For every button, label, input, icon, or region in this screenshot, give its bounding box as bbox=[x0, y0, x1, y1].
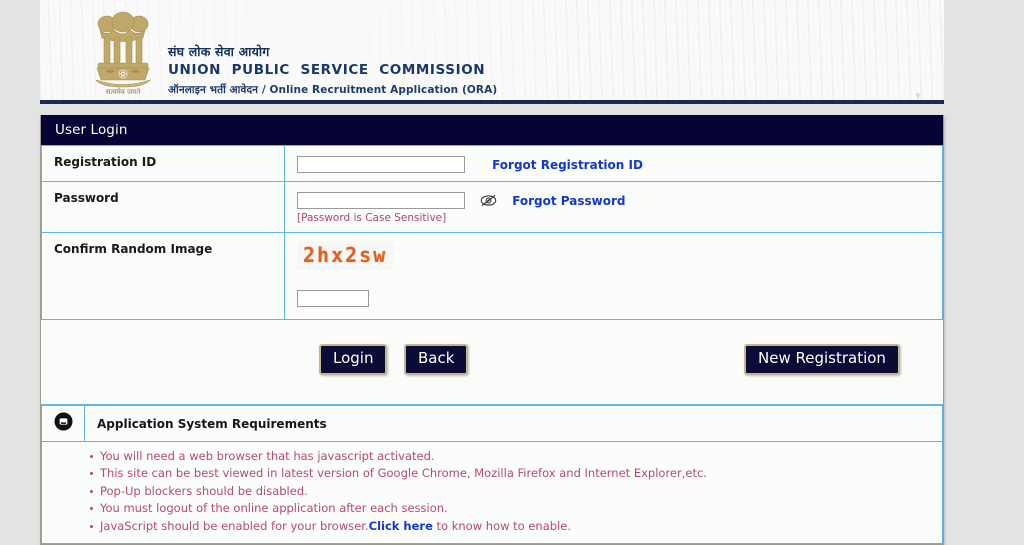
requirement-text: JavaScript should be enabled for your br… bbox=[100, 518, 369, 533]
password-row: Password Forgot Password [Password is Ca… bbox=[41, 181, 943, 233]
captcha-image: 2hx2sw bbox=[297, 241, 394, 270]
header-english-title: UNION PUBLIC SERVICE COMMISSION bbox=[168, 62, 486, 79]
login-form-table: Registration ID Forgot Registration ID P… bbox=[41, 145, 943, 320]
requirement-text: You will need a web browser that has jav… bbox=[100, 449, 435, 463]
requirements-title: Application System Requirements bbox=[84, 405, 943, 442]
requirement-text: This site can be best viewed in latest v… bbox=[100, 466, 707, 481]
emblem-caption: सत्यमेव जयते bbox=[106, 87, 141, 96]
captcha-label: Confirm Random Image bbox=[41, 232, 285, 320]
requirements-list: You will need a web browser that has jav… bbox=[42, 448, 942, 535]
ashoka-lion-capital-emblem: सत्यमेव जयते bbox=[92, 8, 154, 96]
requirement-text: You must logout of the online applicatio… bbox=[100, 501, 448, 516]
password-field-cell: Forgot Password [Password is Case Sensit… bbox=[284, 181, 943, 233]
password-input[interactable] bbox=[297, 192, 465, 209]
requirements-body-cell: You will need a web browser that has jav… bbox=[41, 440, 943, 545]
click-here-link[interactable]: Click here bbox=[369, 519, 433, 533]
password-case-note: [Password is Case Sensitive] bbox=[297, 212, 447, 224]
back-button[interactable]: Back bbox=[404, 344, 469, 375]
new-registration-button[interactable]: New Registration bbox=[744, 344, 900, 375]
registration-id-field-cell: Forgot Registration ID bbox=[284, 145, 943, 182]
captcha-input-wrap bbox=[297, 270, 942, 311]
requirement-text: Pop-Up blockers should be disabled. bbox=[100, 483, 308, 498]
requirements-body-row: You will need a web browser that has jav… bbox=[41, 440, 943, 545]
requirements-table: Application System Requirements You will… bbox=[41, 405, 943, 545]
user-login-panel: User Login Registration ID Forgot Regist… bbox=[40, 115, 944, 545]
header-subtitle: ऑनलाइन भर्ती आवेदन / Online Recruitment … bbox=[168, 83, 498, 96]
forgot-registration-id-link[interactable]: Forgot Registration ID bbox=[492, 158, 643, 172]
captcha-input[interactable] bbox=[297, 290, 369, 307]
header-corner-marker: ▾ bbox=[915, 89, 921, 102]
requirement-item: JavaScript should be enabled for your br… bbox=[90, 518, 942, 535]
requirement-item: This site can be best viewed in latest v… bbox=[90, 465, 942, 482]
page-container: सत्यमेव जयते संघ लोक सेवा आयोग UNION PUB… bbox=[40, 0, 944, 545]
requirements-header-row: Application System Requirements bbox=[41, 405, 943, 442]
password-label: Password bbox=[41, 181, 285, 233]
captcha-row: Confirm Random Image 2hx2sw bbox=[41, 232, 943, 320]
requirement-item: You must logout of the online applicatio… bbox=[90, 500, 942, 517]
requirements-toggle-cell[interactable] bbox=[41, 405, 85, 442]
action-buttons-row: Login Back New Registration bbox=[41, 320, 943, 404]
collapse-minus-circle-icon[interactable] bbox=[54, 412, 73, 435]
panel-title: User Login bbox=[41, 115, 943, 145]
forgot-password-link[interactable]: Forgot Password bbox=[512, 194, 625, 208]
header-title-block: संघ लोक सेवा आयोग UNION PUBLIC SERVICE C… bbox=[168, 8, 497, 97]
requirement-item: Pop-Up blockers should be disabled. bbox=[90, 483, 942, 500]
registration-id-label: Registration ID bbox=[41, 145, 285, 182]
system-requirements-section: Application System Requirements You will… bbox=[41, 404, 943, 545]
requirement-text-after: to know how to enable. bbox=[432, 518, 571, 533]
registration-id-row: Registration ID Forgot Registration ID bbox=[41, 145, 943, 182]
header-hindi-title: संघ लोक सेवा आयोग bbox=[168, 44, 270, 59]
eye-slash-icon[interactable] bbox=[480, 194, 497, 207]
captcha-field-cell: 2hx2sw bbox=[284, 232, 943, 320]
requirement-item: You will need a web browser that has jav… bbox=[90, 448, 942, 465]
login-button[interactable]: Login bbox=[319, 344, 388, 375]
registration-id-input[interactable] bbox=[297, 156, 465, 173]
site-header: सत्यमेव जयते संघ लोक सेवा आयोग UNION PUB… bbox=[40, 0, 944, 104]
